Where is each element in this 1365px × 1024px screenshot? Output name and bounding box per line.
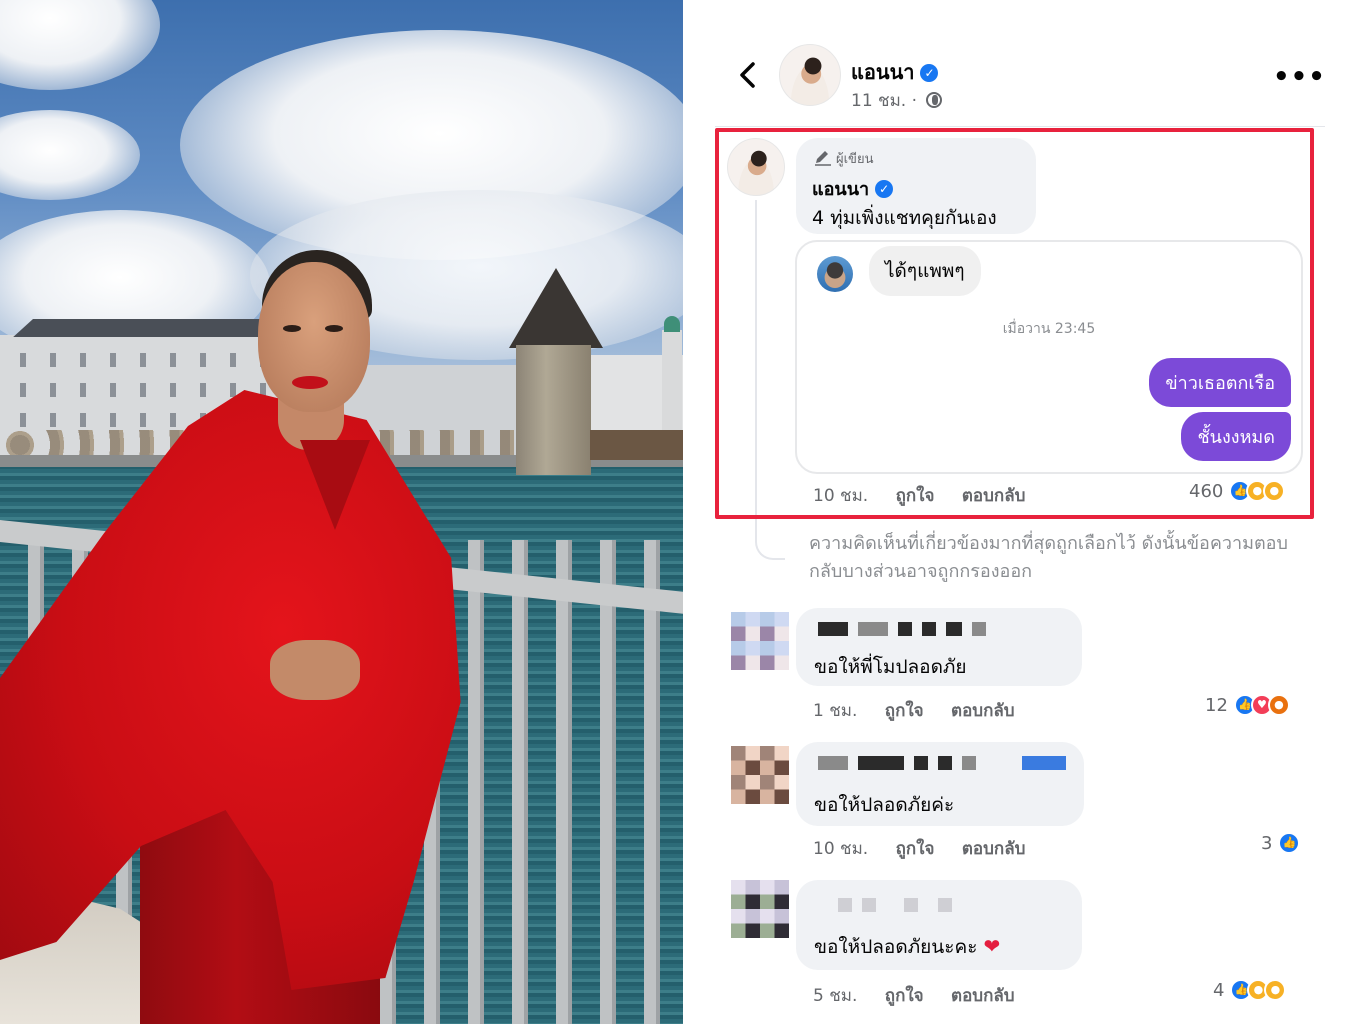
wooden-bridge [590, 430, 683, 460]
eye [325, 325, 343, 332]
like-button[interactable]: ถูกใจ [896, 839, 935, 859]
reply-button[interactable]: ตอบกลับ [951, 986, 1015, 1006]
verified-badge-icon: ✓ [920, 64, 939, 82]
cloud [0, 0, 160, 90]
comment-text: ขอให้ปลอดภัยค่ะ [814, 794, 955, 816]
comment-text: ขอให้พี่โมปลอดภัย [814, 656, 967, 678]
comment-time[interactable]: 1 ชม. [813, 701, 857, 721]
more-options-icon[interactable]: ••• [1273, 62, 1326, 92]
comment-text: ขอให้ปลอดภัยนะคะ ❤ [814, 932, 1000, 962]
eye [283, 325, 301, 332]
like-reaction-icon: 👍 [1278, 832, 1301, 854]
lips [292, 376, 328, 389]
post-meta: 11 ชม. · [851, 87, 943, 114]
comment-text-content: ขอให้ปลอดภัยนะคะ [814, 936, 978, 958]
red-heart-emoji: ❤ [983, 934, 1001, 958]
reply-button[interactable]: ตอบกลับ [951, 701, 1015, 721]
commenter-avatar[interactable] [731, 746, 789, 804]
comments-panel: แอนนา ✓ 11 ชม. · ••• ผู้เขียน แอนนา ✓ 4 ทุ… [683, 0, 1365, 1024]
comment-time[interactable]: 10 ชม. [813, 839, 868, 859]
commenter-avatar[interactable] [731, 612, 789, 670]
post-photo[interactable] [0, 0, 683, 1024]
reaction-summary[interactable]: 4 👍 ● ● [1213, 979, 1287, 1001]
church-tower [662, 316, 682, 440]
highlight-box [715, 128, 1314, 519]
comment-bubble: ขอให้ปลอดภัยค่ะ [796, 742, 1084, 826]
water-tower [516, 345, 591, 475]
comment-actions: 10 ชม. ถูกใจ ตอบกลับ [813, 835, 1047, 862]
like-button[interactable]: ถูกใจ [885, 986, 924, 1006]
like-button[interactable]: ถูกใจ [885, 701, 924, 721]
reaction-count: 4 [1213, 979, 1225, 1001]
cloud [0, 110, 140, 200]
sad-reaction-icon: ● [1264, 979, 1287, 1001]
post-author-name[interactable]: แอนนา [851, 60, 914, 84]
commenter-name-redacted[interactable] [818, 622, 986, 638]
author-avatar[interactable] [779, 44, 841, 106]
face [258, 262, 370, 412]
reaction-count: 12 [1205, 694, 1228, 716]
comment-actions: 1 ชม. ถูกใจ ตอบกลับ [813, 697, 1037, 724]
commenter-avatar[interactable] [731, 880, 789, 938]
reply-button[interactable]: ตอบกลับ [962, 839, 1026, 859]
commenter-name-redacted[interactable] [818, 898, 952, 914]
back-arrow-icon[interactable] [735, 60, 761, 90]
comment-time[interactable]: 5 ชม. [813, 986, 857, 1006]
comment-bubble: ขอให้พี่โมปลอดภัย [796, 608, 1082, 686]
hands [270, 640, 360, 700]
globe-icon [926, 92, 943, 108]
reaction-summary[interactable]: 12 👍 ♥ ● [1205, 694, 1290, 716]
comment-actions: 5 ชม. ถูกใจ ตอบกลับ [813, 982, 1037, 1009]
comment-bubble: ขอให้ปลอดภัยนะคะ ❤ [796, 880, 1082, 970]
reaction-summary[interactable]: 3 👍 [1261, 832, 1301, 854]
post-time[interactable]: 11 ชม. · [851, 91, 917, 111]
post-author[interactable]: แอนนา ✓ [851, 56, 939, 88]
angry-reaction-icon: ● [1267, 694, 1290, 716]
header-divider [715, 126, 1325, 127]
filtered-replies-notice: ความคิดเห็นที่เกี่ยวข้องมากที่สุดถูกเลือ… [809, 533, 1288, 582]
reaction-count: 3 [1261, 832, 1273, 854]
commenter-name-redacted[interactable] [818, 756, 1066, 772]
